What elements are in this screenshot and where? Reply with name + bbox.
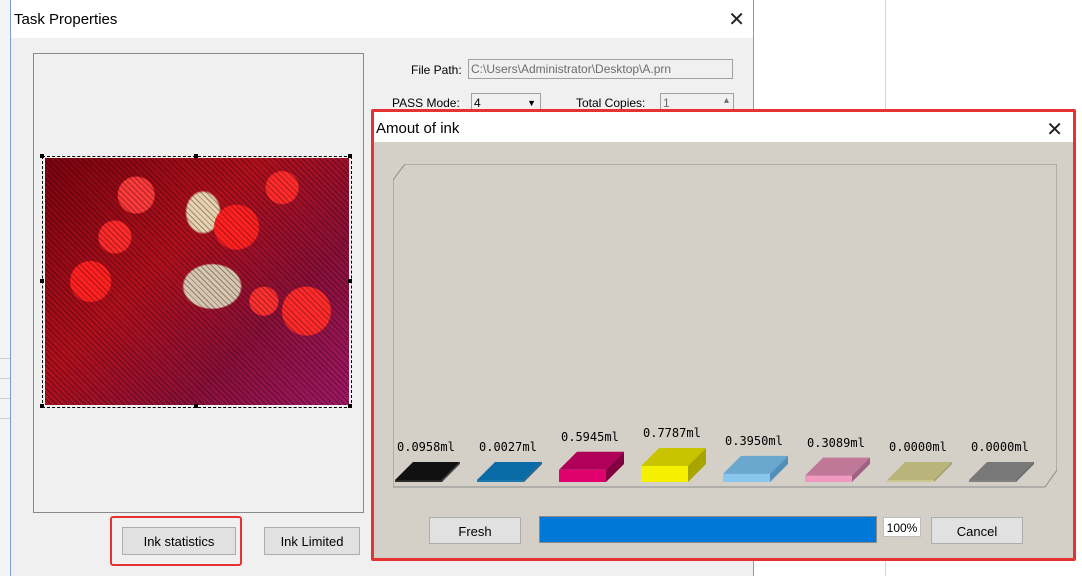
ink-amount-dialog: Amout of ink ✕ 0.0958ml 0.0027ml 0.5945ml 0… bbox=[371, 109, 1076, 561]
ink-bar-light-magenta bbox=[805, 457, 870, 482]
ink-bar-front bbox=[723, 473, 770, 482]
ink-client-area: 0.0958ml 0.0027ml 0.5945ml 0.7787ml 0.3950ml… bbox=[374, 142, 1073, 558]
ink-bar-front bbox=[805, 475, 852, 482]
progress-percent: 100% bbox=[883, 517, 921, 537]
ink-bar-top bbox=[887, 462, 952, 480]
ink-bar-front bbox=[641, 466, 688, 482]
progress-fill bbox=[540, 517, 876, 542]
ink-value-label: 0.3950ml bbox=[725, 433, 783, 448]
pass-mode-label: PASS Mode: bbox=[392, 96, 460, 110]
resize-handle[interactable] bbox=[40, 154, 44, 158]
ink-bar-cyan bbox=[477, 462, 542, 482]
highlight-box bbox=[110, 516, 242, 566]
pass-mode-value: 4 bbox=[474, 96, 481, 110]
resize-handle[interactable] bbox=[348, 279, 352, 283]
ink-bar-top bbox=[969, 462, 1034, 480]
task-title-bar: Task Properties ✕ bbox=[11, 0, 753, 38]
ink-value-label: 0.3089ml bbox=[807, 435, 865, 450]
ink-bar-yellow bbox=[641, 448, 706, 482]
task-window-title: Task Properties bbox=[14, 11, 118, 28]
selection-box[interactable] bbox=[42, 156, 352, 408]
ink-bar-front bbox=[969, 480, 1016, 482]
ink-chart: 0.0958ml 0.0027ml 0.5945ml 0.7787ml 0.3950ml… bbox=[393, 164, 1057, 504]
fresh-button[interactable]: Fresh bbox=[429, 517, 521, 544]
ink-value-label: 0.0027ml bbox=[479, 440, 537, 454]
ink-bar-gray bbox=[969, 462, 1034, 482]
task-close-icon[interactable]: ✕ bbox=[728, 7, 745, 32]
spinner-icon[interactable]: ▴ bbox=[724, 94, 729, 110]
ink-progress-bar bbox=[539, 516, 877, 543]
resize-handle[interactable] bbox=[194, 404, 198, 408]
ink-bar-front bbox=[559, 469, 606, 482]
resize-handle[interactable] bbox=[40, 279, 44, 283]
ink-limited-button[interactable]: Ink Limited bbox=[264, 527, 360, 555]
ink-bar-front bbox=[887, 480, 934, 482]
resize-handle[interactable] bbox=[348, 154, 352, 158]
ink-value-label: 0.0000ml bbox=[971, 440, 1029, 454]
ink-bar-front bbox=[477, 480, 524, 482]
resize-handle[interactable] bbox=[40, 404, 44, 408]
ink-close-icon[interactable]: ✕ bbox=[1046, 117, 1063, 142]
file-path-label: File Path: bbox=[411, 63, 462, 77]
cancel-button[interactable]: Cancel bbox=[931, 517, 1023, 544]
image-preview-frame bbox=[33, 53, 364, 513]
ink-bar-magenta bbox=[559, 451, 624, 482]
ink-value-label: 0.7787ml bbox=[643, 426, 701, 440]
resize-handle[interactable] bbox=[194, 154, 198, 158]
ink-bar-front bbox=[395, 480, 442, 482]
ink-dialog-title: Amout of ink bbox=[376, 120, 460, 137]
ink-bar-top bbox=[395, 462, 460, 480]
total-copies-label: Total Copies: bbox=[576, 96, 646, 110]
ink-bar-light-cyan bbox=[723, 455, 788, 482]
ink-value-label: 0.5945ml bbox=[561, 429, 619, 444]
total-copies-value: 1 bbox=[663, 96, 670, 110]
ink-bar-black bbox=[395, 462, 460, 482]
resize-handle[interactable] bbox=[348, 404, 352, 408]
ink-bar-top bbox=[477, 462, 542, 480]
ink-value-label: 0.0958ml bbox=[397, 440, 455, 454]
ink-bar-light-yellow bbox=[887, 462, 952, 482]
ink-value-label: 0.0000ml bbox=[889, 440, 947, 454]
file-path-field[interactable]: C:\Users\Administrator\Desktop\A.prn bbox=[468, 59, 733, 79]
